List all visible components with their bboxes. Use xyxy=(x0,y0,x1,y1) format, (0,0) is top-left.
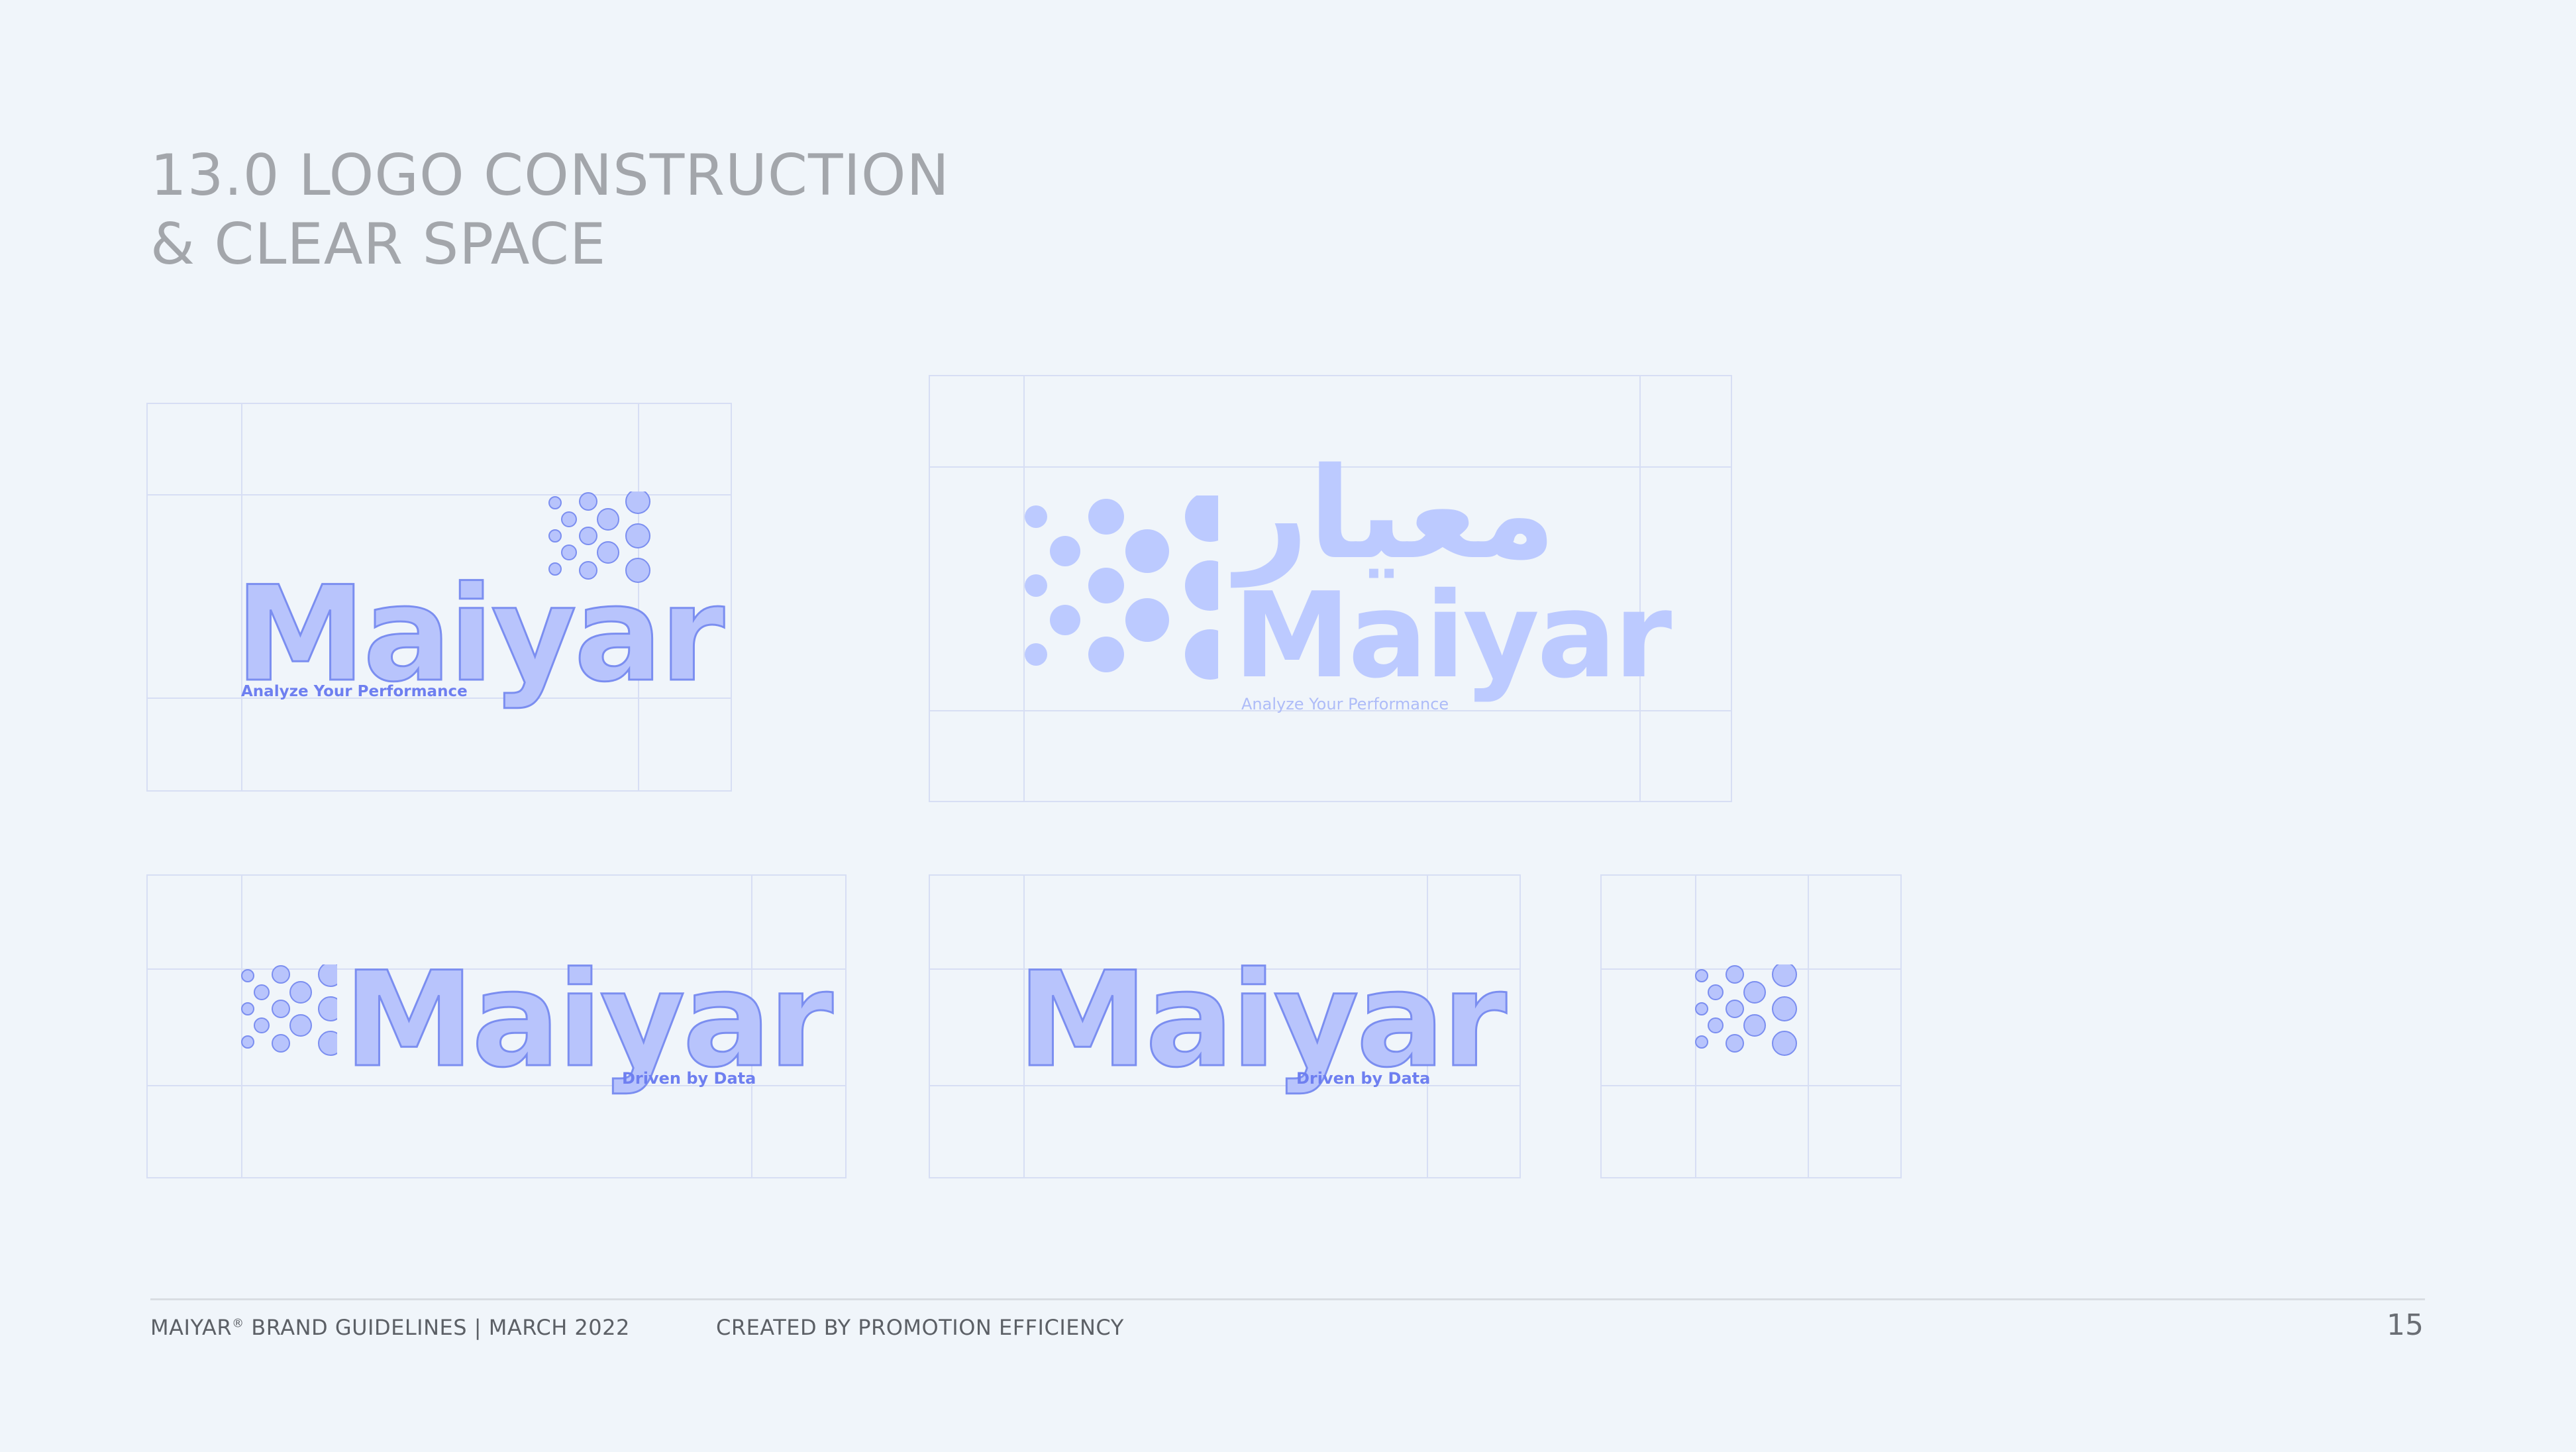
page-number: 15 xyxy=(2387,1308,2424,1342)
logo-panel-wordmark: Maiyar Driven by Data xyxy=(929,874,1521,1178)
page-title-line-1: 13.0 LOGO CONSTRUCTION xyxy=(150,142,950,209)
maiyar-wordmark: Maiyar xyxy=(1017,943,1508,1096)
registered-mark: ® xyxy=(232,1316,244,1331)
footer-guidelines-text: BRAND GUIDELINES | MARCH 2022 xyxy=(251,1315,630,1340)
arabic-wordmark: معيار xyxy=(1236,441,1557,587)
tagline-driven: Driven by Data xyxy=(1296,1069,1431,1088)
logo-panel-bilingual: معيار Maiyar Analyze Your Performance xyxy=(929,375,1732,802)
tagline-analyze: Analyze Your Performance xyxy=(241,683,468,700)
page-title: 13.0 LOGO CONSTRUCTION & CLEAR SPACE xyxy=(150,141,950,279)
footer-divider xyxy=(150,1298,2425,1300)
grid-line xyxy=(1602,1085,1900,1086)
grid-line xyxy=(1808,876,1809,1177)
dot-mark-icon xyxy=(1025,495,1218,680)
page-title-line-2: & CLEAR SPACE xyxy=(150,211,607,278)
dot-mark-icon xyxy=(241,964,337,1056)
dot-mark-icon xyxy=(1695,964,1797,1056)
maiyar-wordmark: Maiyar xyxy=(1233,567,1672,704)
tagline-driven: Driven by Data xyxy=(622,1069,756,1088)
maiyar-wordmark: Maiyar xyxy=(234,558,726,711)
logo-panel-mark xyxy=(1600,874,1902,1178)
logo-panel-horizontal: Maiyar Driven by Data xyxy=(146,874,847,1178)
footer-credit: CREATED BY PROMOTION EFFICIENCY xyxy=(716,1315,1124,1340)
footer-brand: MAIYAR xyxy=(150,1315,232,1340)
logo-panel-stacked: Maiyar Analyze Your Performance xyxy=(146,403,732,792)
tagline-analyze: Analyze Your Performance xyxy=(1241,695,1449,713)
maiyar-wordmark: Maiyar xyxy=(343,943,835,1096)
footer-guidelines: MAIYAR® BRAND GUIDELINES | MARCH 2022 xyxy=(150,1315,630,1340)
